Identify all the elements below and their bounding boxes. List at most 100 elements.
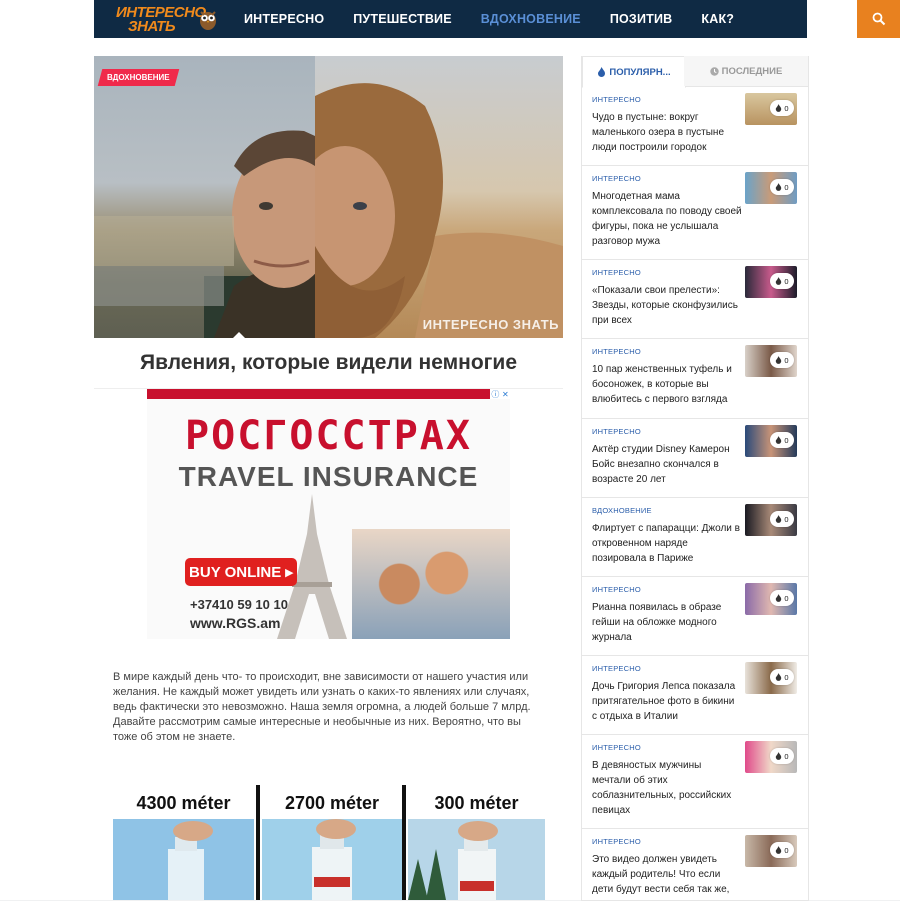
tab-latest[interactable]: ПОСЛЕДНИЕ [684, 56, 808, 86]
item-counter: 0 [770, 352, 794, 368]
article-title: Явления, которые видели немногие [139, 351, 517, 374]
list-item[interactable]: ИНТЕРЕСНО Дочь Григория Лепса показала п… [582, 656, 808, 735]
list-item[interactable]: ИНТЕРЕСНО Актёр студии Disney Камерон Бо… [582, 419, 808, 498]
item-title[interactable]: Актёр студии Disney Камерон Бойс внезапн… [592, 442, 742, 487]
top-navigation-bar: ИНТЕРЕСНО ЗНАТЬ ИНТЕРЕСНО ПУТЕШЕСТВИЕ ВД… [94, 0, 900, 38]
item-title[interactable]: Рианна появилась в образе гейши на облож… [592, 600, 742, 645]
item-category[interactable]: ИНТЕРЕСНО [592, 174, 641, 183]
bottle-image-3 [408, 819, 545, 900]
bottle-label-2: 2700 méter [284, 793, 380, 813]
nav-item-vdokhnovenie[interactable]: ВДОХНОВЕНИЕ [481, 12, 581, 26]
item-counter: 0 [770, 669, 794, 685]
panel-divider [256, 785, 260, 900]
item-title[interactable]: 10 пар женственных туфель и босоножек, в… [592, 362, 742, 407]
ad-website[interactable]: www.RGS.am [190, 615, 281, 631]
ad-phone: +37410 59 10 10 [190, 597, 288, 612]
list-item[interactable]: ИНТЕРЕСНО Многодетная мама комплексовала… [582, 166, 808, 260]
fire-icon [776, 594, 782, 602]
ad-top-stripe [147, 389, 510, 399]
bottle-label-3: 300 méter [434, 793, 519, 813]
fire-icon [776, 752, 782, 760]
article-title-box: Явления, которые видели немногие [94, 338, 563, 389]
nav-item-pozitiv[interactable]: ПОЗИТИВ [610, 12, 673, 26]
item-category[interactable]: ИНТЕРЕСНО [592, 95, 641, 104]
ad-brand-name: РОСГОССТРАХ [185, 413, 472, 459]
search-icon [872, 12, 886, 26]
bottle-comparison-image: 4300 méter 2700 méter 300 méter [113, 785, 545, 900]
list-item[interactable]: ВДОХНОВЕНИЕ Флиртует с папарацци: Джоли … [582, 498, 808, 577]
hero-image[interactable]: ВДОХНОВЕНИЕ ИНТЕРЕСНО ЗНАТЬ [94, 56, 563, 338]
bottle-panel-3: 300 méter [408, 785, 545, 900]
fire-icon [776, 515, 782, 523]
list-item[interactable]: ИНТЕРЕСНО В девяностых мужчины мечтали о… [582, 735, 808, 829]
logo-text-line2: ЗНАТЬ [128, 18, 176, 35]
item-category[interactable]: ИНТЕРЕСНО [592, 585, 641, 594]
hero-image-left-half [94, 56, 336, 338]
item-title[interactable]: «Показали свои прелести»: Звезды, которы… [592, 283, 742, 328]
tab-popular[interactable]: ПОПУЛЯРН... [582, 56, 686, 88]
panel-divider [402, 785, 406, 900]
main-menu: ИНТЕРЕСНО ПУТЕШЕСТВИЕ ВДОХНОВЕНИЕ ПОЗИТИ… [244, 0, 763, 38]
fire-icon [776, 436, 782, 444]
list-item[interactable]: ИНТЕРЕСНО Рианна появилась в образе гейш… [582, 577, 808, 656]
item-category[interactable]: ИНТЕРЕСНО [592, 743, 641, 752]
ad-headline: TRAVEL INSURANCE [178, 461, 479, 492]
owl-logo-icon [200, 11, 216, 30]
category-badge[interactable]: ВДОХНОВЕНИЕ [97, 69, 179, 86]
sidebar: ПОПУЛЯРН... ПОСЛЕДНИЕ ИНТЕРЕСНО Чудо в п… [581, 56, 809, 901]
ad-close-icon: ✕ [501, 389, 509, 399]
item-counter: 0 [770, 100, 794, 116]
list-item[interactable]: ИНТЕРЕСНО Чудо в пустыне: вокруг маленьк… [582, 87, 808, 166]
item-category[interactable]: ИНТЕРЕСНО [592, 664, 641, 673]
fire-icon [776, 104, 782, 112]
bottle-image-2 [262, 819, 402, 900]
hero-image-right-half [295, 56, 563, 338]
page: ИНТЕРЕСНО ЗНАТЬ ИНТЕРЕСНО ПУТЕШЕСТВИЕ ВД… [0, 0, 900, 901]
item-counter: 0 [770, 590, 794, 606]
item-category[interactable]: ВДОХНОВЕНИЕ [592, 506, 652, 515]
image-watermark: ИНТЕРЕСНО ЗНАТЬ [422, 317, 559, 332]
item-counter: 0 [770, 432, 794, 448]
bottle-image-1 [113, 819, 254, 900]
man-shaved-illustration [94, 130, 336, 338]
fire-icon [776, 356, 782, 364]
buy-online-button[interactable]: BUY ONLINE ▸ [185, 558, 297, 586]
list-item[interactable]: ИНТЕРЕСНО «Показали свои прелести»: Звез… [582, 260, 808, 339]
item-counter: 0 [770, 748, 794, 764]
man-bearded-illustration [295, 83, 563, 338]
fire-icon [776, 673, 782, 681]
item-title[interactable]: Многодетная мама комплексовала по поводу… [592, 189, 742, 249]
list-item[interactable]: ИНТЕРЕСНО Это видео должен увидеть кажды… [582, 829, 808, 900]
fire-icon [598, 67, 606, 77]
item-title[interactable]: В девяностых мужчины мечтали об этих соб… [592, 758, 742, 818]
bottle-label-1: 4300 méter [136, 793, 231, 813]
article-intro: В мире каждый день что- то происходит, в… [113, 671, 531, 743]
fire-icon [776, 846, 782, 854]
item-title[interactable]: Флиртует с папарацци: Джоли в откровенно… [592, 521, 742, 566]
clock-icon [709, 66, 719, 76]
ad-couple-photo [352, 529, 510, 639]
sidebar-tabs: ПОПУЛЯРН... ПОСЛЕДНИЕ [582, 56, 808, 88]
item-category[interactable]: ИНТЕРЕСНО [592, 427, 641, 436]
list-item[interactable]: ИНТЕРЕСНО 10 пар женственных туфель и бо… [582, 339, 808, 419]
nav-item-puteshestvie[interactable]: ПУТЕШЕСТВИЕ [353, 12, 452, 26]
search-button[interactable] [857, 0, 900, 38]
item-title[interactable]: Чудо в пустыне: вокруг маленького озера … [592, 110, 742, 155]
item-counter: 0 [770, 273, 794, 289]
play-arrow-icon: ▸ [281, 564, 293, 581]
fire-icon [776, 183, 782, 191]
bottle-panel-2: 2700 méter [262, 785, 402, 900]
ad-choices-icon[interactable]: ⓘ ✕ [490, 389, 510, 399]
bottle-panel-1: 4300 méter [113, 785, 254, 900]
nav-item-interesno[interactable]: ИНТЕРЕСНО [244, 12, 324, 26]
item-category[interactable]: ИНТЕРЕСНО [592, 347, 641, 356]
item-category[interactable]: ИНТЕРЕСНО [592, 837, 641, 846]
item-title[interactable]: Дочь Григория Лепса показала притягатель… [592, 679, 742, 724]
item-counter: 0 [770, 511, 794, 527]
site-logo[interactable]: ИНТЕРЕСНО ЗНАТЬ [116, 3, 226, 35]
advertisement-banner[interactable]: ⓘ ✕ РОСГОССТРАХ TRAVEL INSURANCE BUY ONLI… [147, 389, 510, 639]
item-category[interactable]: ИНТЕРЕСНО [592, 268, 641, 277]
fire-icon [776, 277, 782, 285]
nav-item-kak[interactable]: КАК? [701, 12, 734, 26]
item-title[interactable]: Это видео должен увидеть каждый родитель… [592, 852, 742, 897]
